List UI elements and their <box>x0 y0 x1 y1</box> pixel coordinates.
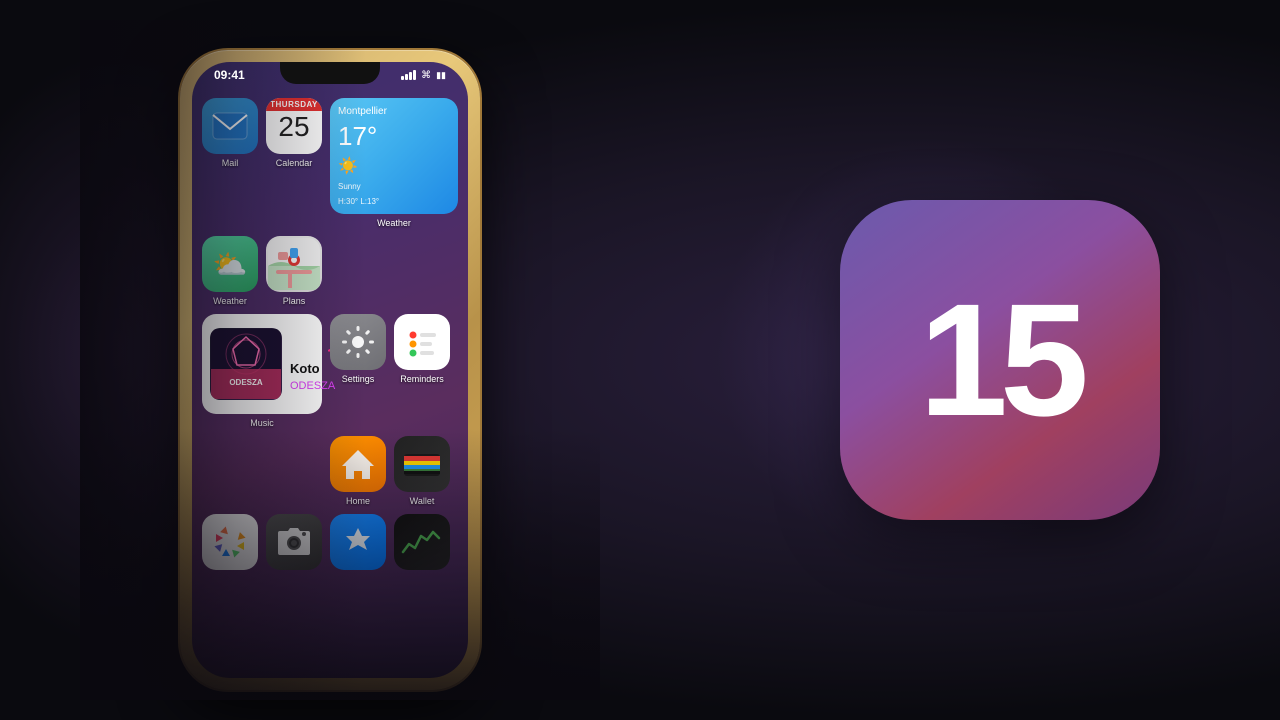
app-calendar[interactable]: THURSDAY 25 Calendar <box>266 98 322 228</box>
ios15-number: 15 <box>919 268 1081 452</box>
signal-icon <box>401 70 416 80</box>
music-widget-card: ODESZA ♪ Koto ODESZA <box>202 314 322 414</box>
music-info: ♪ Koto ODESZA <box>290 336 335 392</box>
app-camera[interactable] <box>266 514 322 570</box>
phone-area: 09:41 ⌘ ▮▮ <box>80 20 600 700</box>
calendar-day: THURSDAY <box>266 98 322 111</box>
app-reminders[interactable]: Reminders <box>394 314 450 428</box>
music-label: Music <box>250 418 274 428</box>
app-home[interactable]: Home <box>330 436 386 506</box>
app-photos[interactable] <box>202 514 258 570</box>
calendar-date: 25 <box>278 113 309 141</box>
app-appstore[interactable] <box>330 514 386 570</box>
app-plans[interactable]: Plans <box>266 236 322 306</box>
weather-widget-card: Montpellier 17° ☀️ Sunny H:30° L:13° <box>330 98 458 214</box>
calendar-icon: THURSDAY 25 <box>266 98 322 154</box>
photos-icon <box>202 514 258 570</box>
app-row-3: ODESZA ♪ Koto ODESZA Music <box>202 314 458 428</box>
gear-icon <box>341 325 375 359</box>
iphone-frame: 09:41 ⌘ ▮▮ <box>180 50 480 690</box>
app-row-1: Mail THURSDAY 25 Calendar Montpellier <box>202 98 458 228</box>
home-icon <box>330 436 386 492</box>
app-stocks[interactable] <box>394 514 450 570</box>
reminders-svg <box>403 323 441 361</box>
maps-icon <box>266 236 322 292</box>
app-mail[interactable]: Mail <box>202 98 258 228</box>
weather-small-icon: ⛅ <box>202 236 258 292</box>
maps-svg <box>268 238 320 290</box>
app-row-4: Home <box>330 436 458 506</box>
status-time: 09:41 <box>214 68 245 82</box>
wallet-label: Wallet <box>410 496 435 506</box>
music-album-art: ODESZA <box>210 328 282 400</box>
weather-small-emoji: ⛅ <box>213 248 248 281</box>
wifi-icon: ⌘ <box>421 70 431 81</box>
photos-svg <box>207 519 253 565</box>
app-weather-widget[interactable]: Montpellier 17° ☀️ Sunny H:30° L:13° Wea… <box>330 98 458 228</box>
battery-icon: ▮▮ <box>436 70 446 81</box>
ios15-logo: 15 <box>840 200 1160 520</box>
plans-label: Plans <box>283 296 306 306</box>
mail-envelope-icon <box>212 112 248 140</box>
home-label: Home <box>346 496 370 506</box>
weather-city: Montpellier <box>338 106 450 117</box>
app-wallet[interactable]: Wallet <box>394 436 450 506</box>
iphone-screen: 09:41 ⌘ ▮▮ <box>192 62 468 678</box>
camera-svg <box>276 527 312 557</box>
app-settings[interactable]: Settings <box>330 314 386 428</box>
spacer-row2 <box>330 236 458 306</box>
music-artist: ODESZA <box>290 380 335 392</box>
app-music-widget[interactable]: ODESZA ♪ Koto ODESZA Music <box>202 314 322 428</box>
calendar-label: Calendar <box>276 158 313 168</box>
stocks-icon <box>394 514 450 570</box>
status-icons: ⌘ ▮▮ <box>401 70 446 81</box>
settings-label: Settings <box>342 374 375 384</box>
wallet-icon <box>394 436 450 492</box>
app-weather-small[interactable]: ⛅ Weather <box>202 236 258 306</box>
appstore-svg <box>340 524 376 560</box>
mail-icon <box>202 98 258 154</box>
reminders-icon <box>394 314 450 370</box>
app-row-5 <box>202 514 458 570</box>
app-row-2: ⛅ Weather <box>202 236 458 306</box>
weather-highlow: H:30° L:13° <box>338 197 450 206</box>
album-art-svg: ODESZA <box>211 329 281 399</box>
mail-label: Mail <box>222 158 239 168</box>
weather-small-label: Weather <box>213 296 247 306</box>
wallet-svg <box>402 448 442 480</box>
weather-sun-icon: ☀️ <box>338 156 450 176</box>
svg-text:ODESZA: ODESZA <box>229 378 263 387</box>
house-icon <box>340 446 376 482</box>
stocks-svg <box>399 524 445 560</box>
appstore-icon <box>330 514 386 570</box>
weather-temp: 17° <box>338 123 450 149</box>
weather-condition: Sunny <box>338 182 450 191</box>
settings-icon <box>330 314 386 370</box>
weather-widget-label: Weather <box>377 218 411 228</box>
music-title: Koto <box>290 361 335 376</box>
home-content: Mail THURSDAY 25 Calendar Montpellier <box>192 90 468 678</box>
camera-icon <box>266 514 322 570</box>
notch <box>280 62 380 84</box>
reminders-label: Reminders <box>400 374 444 384</box>
